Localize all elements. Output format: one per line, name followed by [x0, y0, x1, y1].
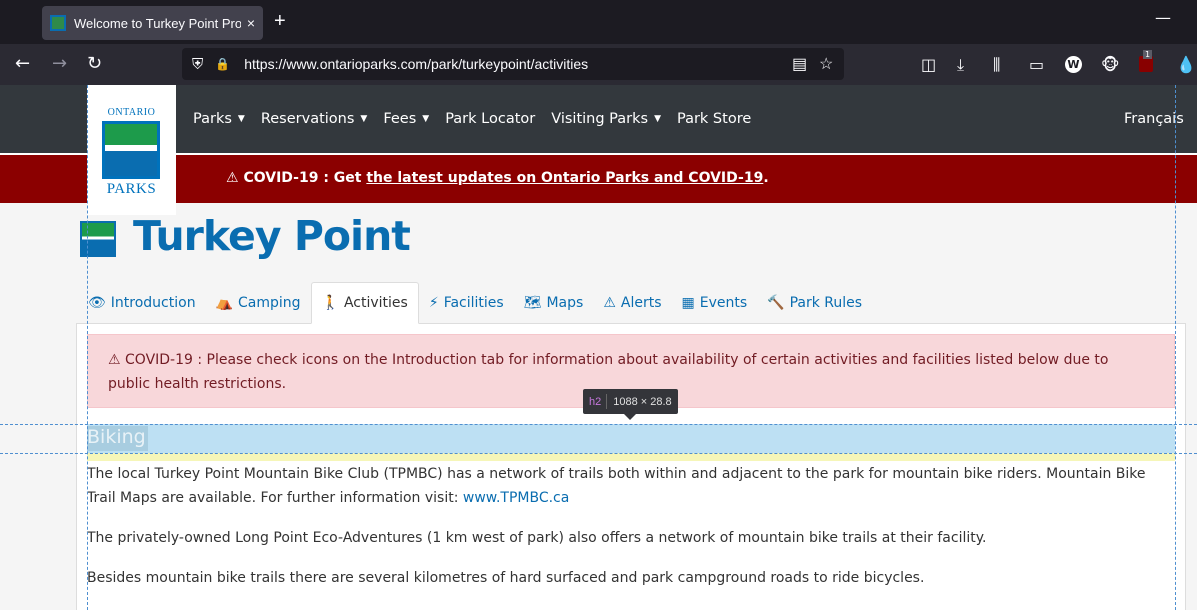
close-icon[interactable]: ×: [247, 15, 255, 31]
reader-view-icon[interactable]: ▤: [792, 54, 807, 74]
calendar-icon: ▦: [681, 295, 695, 311]
biking-paragraph-2: The privately-owned Long Point Eco-Adven…: [87, 530, 987, 546]
shield-icon[interactable]: ⛨: [192, 56, 203, 73]
inspector-tooltip: h2 1088 × 28.8: [583, 389, 678, 414]
tab-camping[interactable]: ⛺ Camping: [206, 282, 311, 324]
map-icon: 🗺: [523, 295, 542, 311]
logo-emblem-icon: [102, 121, 160, 179]
tab-events[interactable]: ▦ Events: [672, 282, 758, 324]
inspector-guide-top: [0, 424, 1197, 425]
nav-visiting-parks[interactable]: Visiting Parks ▼: [551, 111, 661, 127]
tab-facilities[interactable]: ⚡ Facilities: [419, 282, 514, 324]
inspector-element-highlight: [87, 424, 1175, 453]
alert-text: COVID-19 : Please check icons on the Int…: [108, 352, 1109, 392]
lightning-icon: ⚡: [428, 295, 439, 311]
address-bar[interactable]: ⛨ 🔒 https://www.ontarioparks.com/park/tu…: [182, 48, 844, 80]
ontario-parks-favicon-icon: [50, 15, 66, 31]
gavel-icon: 🔨: [767, 295, 785, 311]
covid-banner: ⚠ COVID-19 : Get the latest updates on O…: [0, 155, 1197, 203]
nav-reservations[interactable]: Reservations ▼: [261, 111, 368, 127]
url-text[interactable]: https://www.ontarioparks.com/park/turkey…: [244, 56, 588, 72]
pocket-icon[interactable]: ◫: [921, 55, 936, 74]
chevron-down-icon: ▼: [360, 114, 368, 124]
chevron-down-icon: ▼: [654, 114, 661, 124]
chevron-down-icon: ▼: [422, 114, 430, 124]
inspector-margin-highlight: [87, 453, 1175, 461]
tampermonkey-icon[interactable]: 🐵: [1101, 55, 1120, 74]
drop-extension-icon[interactable]: 💧: [1176, 55, 1196, 74]
warning-icon: ⚠: [108, 352, 121, 368]
library-icon[interactable]: ⫼: [993, 55, 1000, 75]
inspector-size: 1088 × 28.8: [613, 395, 672, 408]
lock-icon[interactable]: 🔒: [215, 57, 230, 71]
logo-ontario-text: ONTARIO: [107, 107, 156, 118]
logo-parks-text: PARKS: [106, 181, 157, 197]
inspector-guide-right: [1175, 85, 1176, 610]
tab-introduction[interactable]: 👁 Introduction: [78, 282, 206, 324]
inspector-guide-bottom: [0, 453, 1197, 454]
inspector-tag: h2: [589, 395, 602, 408]
inspector-guide-left: [87, 85, 88, 610]
inspector-tooltip-arrow: [624, 414, 636, 420]
tab-park-rules[interactable]: 🔨 Park Rules: [757, 282, 872, 324]
browser-tab-bar: Welcome to Turkey Point Provin × + —: [0, 0, 1197, 44]
nav-park-store[interactable]: Park Store: [677, 111, 751, 127]
covid-banner-text: COVID-19 : Get: [243, 170, 367, 186]
browser-tab[interactable]: Welcome to Turkey Point Provin ×: [42, 6, 263, 40]
tab-activities[interactable]: 🚶 Activities: [310, 282, 419, 324]
hiker-icon: 🚶: [321, 295, 339, 311]
ublock-icon[interactable]: 1: [1139, 50, 1153, 72]
ontario-parks-logo[interactable]: ONTARIO PARKS: [87, 85, 176, 215]
eye-icon: 👁: [88, 295, 106, 311]
nav-fees[interactable]: Fees ▼: [383, 111, 429, 127]
back-button[interactable]: ←: [15, 53, 30, 75]
inspector-divider: [606, 394, 608, 409]
biking-paragraph-3: Besides mountain bike trails there are s…: [87, 570, 925, 586]
park-tabs: 👁 Introduction ⛺ Camping 🚶 Activities ⚡ Faci…: [78, 282, 872, 324]
warning-icon: ⚠: [226, 170, 239, 186]
tab-maps[interactable]: 🗺 Maps: [514, 282, 594, 324]
warning-icon: ⚠: [603, 295, 616, 311]
section-heading: Biking: [87, 426, 148, 451]
tent-icon: ⛺: [215, 295, 233, 311]
chevron-down-icon: ▼: [237, 114, 245, 124]
browser-tab-title: Welcome to Turkey Point Provin: [74, 15, 241, 31]
park-emblem-icon: [80, 221, 116, 257]
browser-toolbar: ← → ↻ ⛨ 🔒 https://www.ontarioparks.com/p…: [0, 44, 1197, 85]
tab-alerts[interactable]: ⚠ Alerts: [593, 282, 671, 324]
page-title: Turkey Point: [133, 212, 411, 260]
new-tab-button[interactable]: +: [274, 10, 286, 33]
forward-button[interactable]: →: [52, 53, 67, 75]
sidebar-icon[interactable]: ▭: [1029, 55, 1044, 74]
download-icon[interactable]: ⤓: [957, 55, 964, 75]
covid-updates-link[interactable]: the latest updates on Ontario Parks and …: [366, 170, 763, 186]
site-nav: Parks ▼ Reservations ▼ Fees ▼ Park Locator …: [193, 111, 767, 127]
nav-park-locator[interactable]: Park Locator: [445, 111, 535, 127]
ublock-count-badge: 1: [1143, 50, 1153, 59]
tpmbc-link[interactable]: www.TPMBC.ca: [463, 490, 569, 506]
nav-parks[interactable]: Parks ▼: [193, 111, 245, 127]
bookmark-star-icon[interactable]: ☆: [819, 54, 833, 74]
biking-paragraph-1: The local Turkey Point Mountain Bike Clu…: [87, 466, 1146, 506]
minimize-icon[interactable]: —: [1155, 8, 1171, 27]
reload-button[interactable]: ↻: [87, 53, 102, 75]
w-extension-icon[interactable]: W: [1065, 56, 1082, 73]
